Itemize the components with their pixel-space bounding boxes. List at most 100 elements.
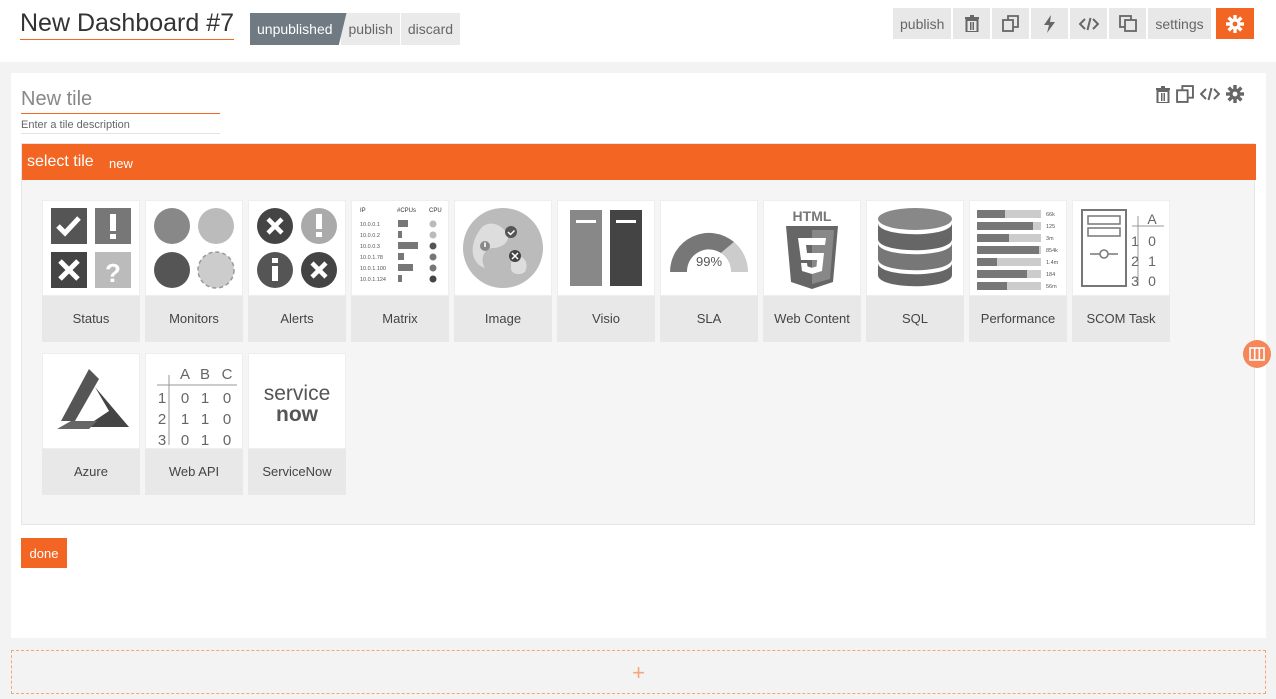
select-tile-header: select tile new: [22, 144, 1256, 180]
svg-text:A: A: [180, 366, 190, 383]
svg-text:854k: 854k: [1046, 248, 1058, 254]
clone-button[interactable]: [1109, 8, 1147, 39]
svg-text:CPU: CPU: [429, 208, 442, 214]
svg-text:0: 0: [1148, 233, 1156, 249]
gear-icon: [1225, 14, 1244, 33]
delete-dashboard-button[interactable]: [953, 8, 991, 39]
svg-text:?: ?: [105, 258, 121, 288]
svg-text:0: 0: [181, 432, 189, 445]
publish-status-group: unpublished publish discard: [250, 13, 461, 45]
image-icon: [454, 200, 552, 296]
tile-tools: [1156, 85, 1244, 103]
gear-icon[interactable]: [1226, 85, 1244, 103]
unpublished-badge: unpublished: [250, 13, 347, 45]
svg-text:10.0.1.124: 10.0.1.124: [360, 277, 386, 283]
select-tile-area: select tile new ? Status Monitors Alerts…: [21, 143, 1256, 525]
tile-option-sql[interactable]: SQL: [866, 200, 964, 342]
tile-description-input[interactable]: Enter a tile description: [21, 117, 220, 134]
azure-icon: [42, 353, 140, 449]
svg-text:125: 125: [1046, 224, 1055, 230]
svg-text:1: 1: [158, 390, 166, 407]
code-icon: [1078, 17, 1099, 30]
visio-icon: [557, 200, 655, 296]
svg-text:56m: 56m: [1046, 284, 1057, 290]
svg-text:now: now: [276, 403, 319, 426]
new-badge: new: [109, 156, 133, 171]
svg-text:A: A: [1147, 211, 1157, 227]
tile-option-status[interactable]: ? Status: [42, 200, 140, 342]
svg-text:66k: 66k: [1046, 212, 1055, 218]
status-icon: ?: [42, 200, 140, 296]
tile-option-scom-task[interactable]: A 1 0 2 1 3 0 SCOM Task: [1072, 200, 1170, 342]
svg-text:10.0.0.3: 10.0.0.3: [360, 244, 380, 250]
svg-text:0: 0: [1148, 273, 1156, 289]
svg-text:0: 0: [223, 390, 231, 407]
publish-button[interactable]: publish: [893, 8, 952, 39]
bolt-icon: [1044, 14, 1056, 33]
svg-text:HTML: HTML: [793, 208, 832, 224]
svg-text:#CPUs: #CPUs: [397, 208, 416, 214]
tile-option-sla[interactable]: 99% SLA: [660, 200, 758, 342]
tile-option-visio[interactable]: Visio: [557, 200, 655, 342]
svg-text:10.0.1.78: 10.0.1.78: [360, 255, 383, 261]
copy-icon: [1002, 15, 1020, 32]
database-icon: [866, 200, 964, 296]
column-layout-button[interactable]: [1243, 340, 1271, 368]
settings-button[interactable]: settings: [1148, 8, 1211, 39]
copy-icon[interactable]: [1176, 85, 1194, 103]
trash-icon: [964, 15, 979, 32]
select-tile-heading: select tile: [27, 153, 94, 170]
trash-icon[interactable]: [1156, 85, 1170, 103]
svg-text:1: 1: [181, 411, 189, 428]
html5-icon: HTML: [763, 200, 861, 296]
sla-icon: 99%: [660, 200, 758, 296]
tile-option-web-api[interactable]: A B C 1 0 1 0 2 1 1 0 3 0 1 0 Web API: [145, 353, 243, 495]
tile-option-azure[interactable]: Azure: [42, 353, 140, 495]
dashboard-title[interactable]: New Dashboard #7: [20, 8, 235, 40]
svg-text:3m: 3m: [1046, 236, 1054, 242]
alerts-icon: [248, 200, 346, 296]
svg-text:B: B: [200, 366, 210, 383]
tile-title-input[interactable]: New tile: [21, 87, 220, 114]
gear-button[interactable]: [1215, 8, 1254, 39]
svg-text:1: 1: [201, 411, 209, 428]
matrix-icon: IP #CPUs CPU 10.0.0.1 10.0.0.2 10.0.0.3 …: [351, 200, 449, 296]
tile-option-alerts[interactable]: Alerts: [248, 200, 346, 342]
top-bar: New Dashboard #7 unpublished publish dis…: [0, 0, 1276, 62]
svg-text:99%: 99%: [696, 254, 722, 269]
svg-text:1: 1: [201, 390, 209, 407]
svg-text:10.0.0.2: 10.0.0.2: [360, 233, 380, 239]
svg-text:0: 0: [223, 432, 231, 445]
tile-option-monitors[interactable]: Monitors: [145, 200, 243, 342]
code-button[interactable]: [1070, 8, 1108, 39]
web-api-icon: A B C 1 0 1 0 2 1 1 0 3 0 1 0: [145, 353, 243, 449]
svg-text:184: 184: [1046, 272, 1055, 278]
svg-text:1: 1: [1131, 233, 1139, 249]
done-button[interactable]: done: [21, 538, 67, 568]
discard-link[interactable]: discard: [400, 13, 461, 45]
tile-option-servicenow[interactable]: service now ServiceNow: [248, 353, 346, 495]
svg-text:3: 3: [158, 432, 166, 445]
tile-option-performance[interactable]: 66k 125 3m 854k 1.4m 184 56m Performance: [969, 200, 1067, 342]
add-row-button[interactable]: +: [11, 650, 1266, 694]
code-icon[interactable]: [1200, 87, 1220, 101]
tile-option-image[interactable]: Image: [454, 200, 552, 342]
tile-option-web-content[interactable]: HTML Web Content: [763, 200, 861, 342]
svg-text:1: 1: [201, 432, 209, 445]
performance-icon: 66k 125 3m 854k 1.4m 184 56m: [969, 200, 1067, 296]
svg-text:IP: IP: [360, 208, 366, 214]
bolt-button[interactable]: [1031, 8, 1069, 39]
copy-dashboard-button[interactable]: [992, 8, 1030, 39]
svg-text:10.0.1.100: 10.0.1.100: [360, 266, 386, 272]
scom-task-icon: A 1 0 2 1 3 0: [1072, 200, 1170, 296]
svg-text:2: 2: [1131, 253, 1139, 269]
publish-link[interactable]: publish: [340, 13, 400, 45]
svg-text:0: 0: [223, 411, 231, 428]
svg-text:3: 3: [1131, 273, 1139, 289]
columns-icon: [1249, 347, 1265, 361]
tile-option-matrix[interactable]: IP #CPUs CPU 10.0.0.1 10.0.0.2 10.0.0.3 …: [351, 200, 449, 342]
svg-text:service: service: [264, 382, 331, 405]
svg-text:1: 1: [1148, 253, 1156, 269]
svg-text:1.4m: 1.4m: [1046, 260, 1059, 266]
svg-text:C: C: [222, 366, 233, 383]
